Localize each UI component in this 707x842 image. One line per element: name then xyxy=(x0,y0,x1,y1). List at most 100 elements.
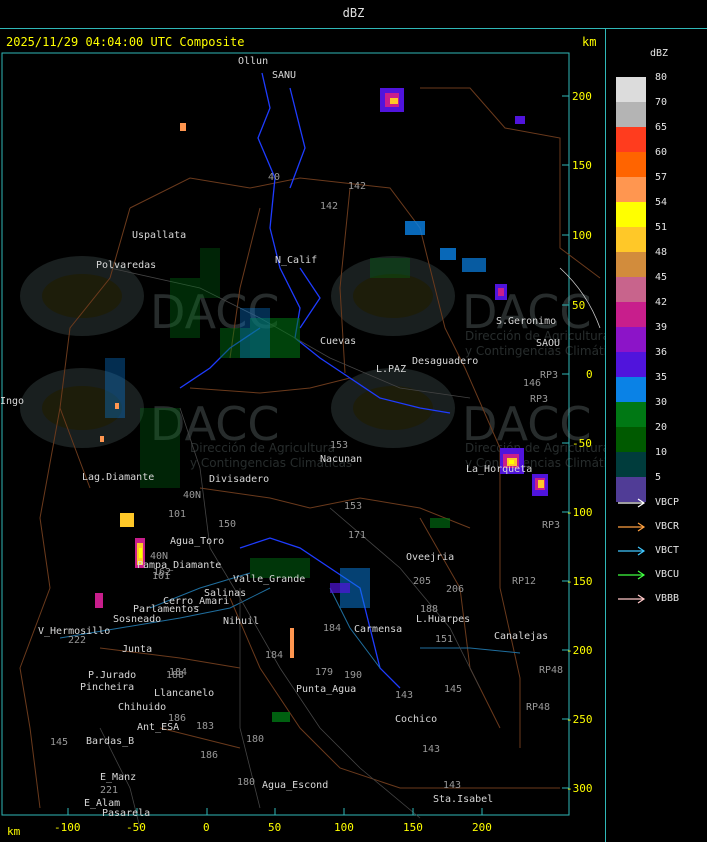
route-number: 190 xyxy=(344,670,362,681)
scale-label: 5 xyxy=(655,472,662,483)
watermark-subtitle: Dirección de Agricultura xyxy=(465,329,605,343)
place-label: Llancanelo xyxy=(154,688,214,699)
route-number: RP48 xyxy=(526,702,550,713)
place-label: L.PAZ xyxy=(376,364,406,375)
radar-key-item: VBCP xyxy=(616,496,706,510)
place-label: N_Calif xyxy=(275,255,317,266)
place-label: Cerro_Amari xyxy=(163,596,229,607)
scale-label: 60 xyxy=(655,147,668,158)
timestamp-label: 2025/11/29 04:04:00 UTC Composite xyxy=(6,35,245,49)
place-label: Chihuido xyxy=(118,702,166,713)
route-number: 179 xyxy=(315,667,333,678)
route-number: 180 xyxy=(246,734,264,745)
radar-key-item: VBCU xyxy=(616,568,706,582)
place-label: Ollun xyxy=(238,56,268,67)
x-tick-label: 50 xyxy=(268,821,281,834)
scale-label: 57 xyxy=(655,172,668,183)
map-canvas[interactable]: DACC DACC DACC DACC Dirección de Agricul… xyxy=(0,28,605,842)
route-number: 143 xyxy=(422,744,440,755)
route-number: 171 xyxy=(348,530,366,541)
place-label: Agua_Toro xyxy=(170,536,224,547)
route-number: 186 xyxy=(168,713,186,724)
watermark-subtitle: Dirección de Agricultura xyxy=(190,441,335,455)
scale-swatch xyxy=(616,452,646,477)
y-tick-label: 200 xyxy=(572,90,592,103)
place-label: Desaguadero xyxy=(412,356,478,367)
radar-map[interactable]: DACC DACC DACC DACC Dirección de Agricul… xyxy=(0,28,605,842)
scale-swatch xyxy=(616,252,646,277)
arrow-icon xyxy=(618,570,646,580)
radar-key-label: VBCU xyxy=(655,569,680,580)
scale-swatch xyxy=(616,77,646,102)
top-bar: dBZ xyxy=(0,0,707,29)
unit-title: dBZ xyxy=(342,6,365,20)
arrow-icon xyxy=(618,594,646,604)
radar-key-label: VBCT xyxy=(655,545,680,556)
route-number: 40N xyxy=(150,551,168,562)
place-label: L.Huarpes xyxy=(416,614,470,625)
arrow-icon xyxy=(618,522,646,532)
km-unit-label: km xyxy=(7,825,21,838)
scale-swatch xyxy=(616,227,646,252)
route-number: 143 xyxy=(443,780,461,791)
y-tick-label: -150 xyxy=(566,575,593,588)
scale-swatch xyxy=(616,427,646,452)
place-label: Cuevas xyxy=(320,336,356,347)
place-label: Bardas_B xyxy=(86,736,134,747)
place-label: Junta xyxy=(122,644,152,655)
place-label: P.Jurado xyxy=(88,670,136,681)
route-number: 101 xyxy=(168,509,186,520)
route-number: 188 xyxy=(166,670,184,681)
place-label: Cochico xyxy=(395,714,437,725)
place-label: Punta_Agua xyxy=(296,684,356,695)
scale-swatch xyxy=(616,127,646,152)
route-number: 151 xyxy=(435,634,453,645)
place-label: Lag.Diamante xyxy=(82,472,154,483)
route-number: 184 xyxy=(323,623,341,634)
radar-key-item: VBCR xyxy=(616,520,706,534)
scale-label: 42 xyxy=(655,297,668,308)
route-number: RP3 xyxy=(540,370,558,381)
arrow-icon xyxy=(618,546,646,556)
y-tick-label: -100 xyxy=(566,506,593,519)
place-label: Ingo xyxy=(0,396,24,407)
route-number: 184 xyxy=(265,650,283,661)
y-tick-label: 150 xyxy=(572,159,592,172)
route-number: RP12 xyxy=(512,576,536,587)
place-label: SAOU xyxy=(536,338,560,349)
route-number: 222 xyxy=(68,635,86,646)
route-number: 205 xyxy=(413,576,431,587)
watermark-subtitle: y Contingencias Climáticas xyxy=(465,344,605,358)
place-label: Oveejria xyxy=(406,552,454,563)
arrow-icon xyxy=(618,498,646,508)
scale-swatch xyxy=(616,302,646,327)
scale-label: 35 xyxy=(655,372,668,383)
route-number: 143 xyxy=(395,690,413,701)
route-number: RP48 xyxy=(539,665,563,676)
place-label: Polvaredas xyxy=(96,260,156,271)
radar-key-item: VBBB xyxy=(616,592,706,606)
route-number: 188 xyxy=(420,604,438,615)
scale-label: 51 xyxy=(655,222,668,233)
place-label: Uspallata xyxy=(132,230,186,241)
route-number: RP3 xyxy=(542,520,560,531)
y-tick-label: -250 xyxy=(566,713,593,726)
route-number: 153 xyxy=(344,501,362,512)
y-tick-label: 0 xyxy=(586,368,593,381)
scale-label: 20 xyxy=(655,422,668,433)
route-number: 142 xyxy=(348,181,366,192)
route-number: 146 xyxy=(523,378,541,389)
scale-swatch xyxy=(616,352,646,377)
route-number: 221 xyxy=(100,785,118,796)
scale-swatch xyxy=(616,102,646,127)
scale-label: 36 xyxy=(655,347,668,358)
scale-label: 10 xyxy=(655,447,668,458)
x-tick-label: 100 xyxy=(334,821,354,834)
route-number: 145 xyxy=(444,684,462,695)
route-number: 153 xyxy=(330,440,348,451)
km-unit-label: km xyxy=(582,35,597,49)
scale-swatch xyxy=(616,377,646,402)
x-tick-label: -100 xyxy=(54,821,81,834)
radar-key-item: VBCT xyxy=(616,544,706,558)
legend-unit: dBZ xyxy=(650,48,669,59)
